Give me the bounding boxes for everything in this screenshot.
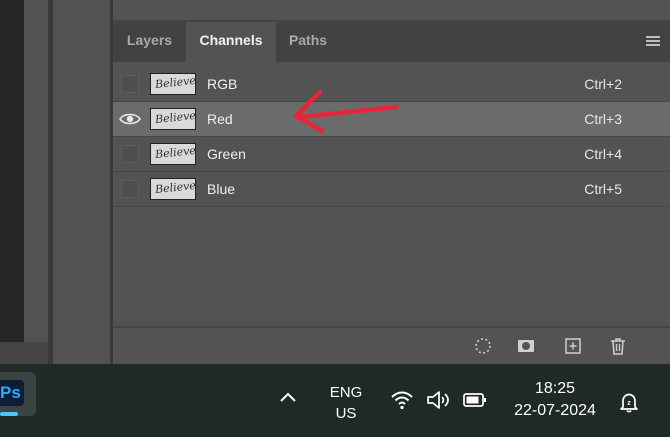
clock[interactable]: 18:25 22-07-2024 — [500, 378, 610, 422]
visibility-toggle[interactable] — [121, 75, 139, 93]
channel-name: Blue — [207, 181, 236, 197]
tab-channels[interactable]: Channels — [186, 22, 276, 62]
svg-text:z: z — [627, 400, 631, 407]
language-region: US — [335, 405, 357, 422]
plus-square-icon[interactable] — [563, 336, 583, 356]
thumbnail-text: Believe — [154, 108, 196, 127]
mask-icon[interactable] — [516, 336, 536, 356]
panel-menu-icon[interactable] — [646, 36, 660, 48]
thumbnail-text: Believe — [154, 178, 196, 197]
taskbar: Ps ENG US 18:25 22-07-2024 z — [0, 364, 670, 437]
channel-name: Green — [207, 146, 246, 162]
trash-icon[interactable] — [608, 336, 628, 356]
dotted-circle-icon[interactable] — [473, 336, 493, 356]
channel-thumbnail: Believe — [150, 143, 196, 165]
battery-icon[interactable] — [462, 389, 488, 411]
thumbnail-text: Believe — [154, 143, 196, 162]
wifi-icon[interactable] — [390, 389, 414, 411]
chevron-up-icon[interactable] — [278, 390, 298, 404]
collapsed-panel-dock — [53, 0, 113, 364]
left-panel-footer — [0, 342, 48, 364]
bell-icon[interactable]: z — [617, 390, 641, 414]
photoshop-taskbar-button[interactable]: Ps — [0, 372, 36, 416]
channel-shortcut: Ctrl+4 — [584, 146, 622, 162]
channel-thumbnail: Believe — [150, 108, 196, 130]
panel-header-strip — [113, 0, 670, 22]
tab-layers[interactable]: Layers — [113, 22, 186, 62]
channel-shortcut: Ctrl+3 — [584, 111, 622, 127]
channel-thumbnail: Believe — [150, 73, 196, 95]
channel-name: RGB — [207, 76, 238, 92]
thumbnail-text: Believe — [154, 73, 196, 92]
channels-panel: Layers Channels Paths Believe RGB Ctrl+2… — [113, 0, 670, 366]
channel-row-blue[interactable]: Believe Blue Ctrl+5 — [113, 172, 670, 207]
canvas-area — [0, 0, 24, 342]
panel-footer — [113, 326, 670, 366]
channel-shortcut: Ctrl+2 — [584, 76, 622, 92]
channel-thumbnail: Believe — [150, 178, 196, 200]
photoshop-icon: Ps — [0, 380, 24, 406]
clock-date: 22-07-2024 — [514, 402, 596, 419]
panel-tabbar: Layers Channels Paths — [113, 22, 670, 62]
tab-paths[interactable]: Paths — [276, 22, 340, 62]
visibility-toggle[interactable] — [121, 180, 139, 198]
clock-time: 18:25 — [534, 380, 576, 397]
channel-row-green[interactable]: Believe Green Ctrl+4 — [113, 137, 670, 172]
language-code: ENG — [329, 384, 363, 401]
speaker-icon[interactable] — [425, 389, 451, 411]
active-app-indicator — [0, 412, 18, 416]
visibility-toggle[interactable] — [121, 145, 139, 163]
channel-name: Red — [207, 111, 233, 127]
language-indicator[interactable]: ENG US — [326, 382, 366, 424]
eye-icon[interactable] — [119, 112, 141, 126]
red-arrow-annotation — [293, 89, 399, 134]
channel-shortcut: Ctrl+5 — [584, 181, 622, 197]
